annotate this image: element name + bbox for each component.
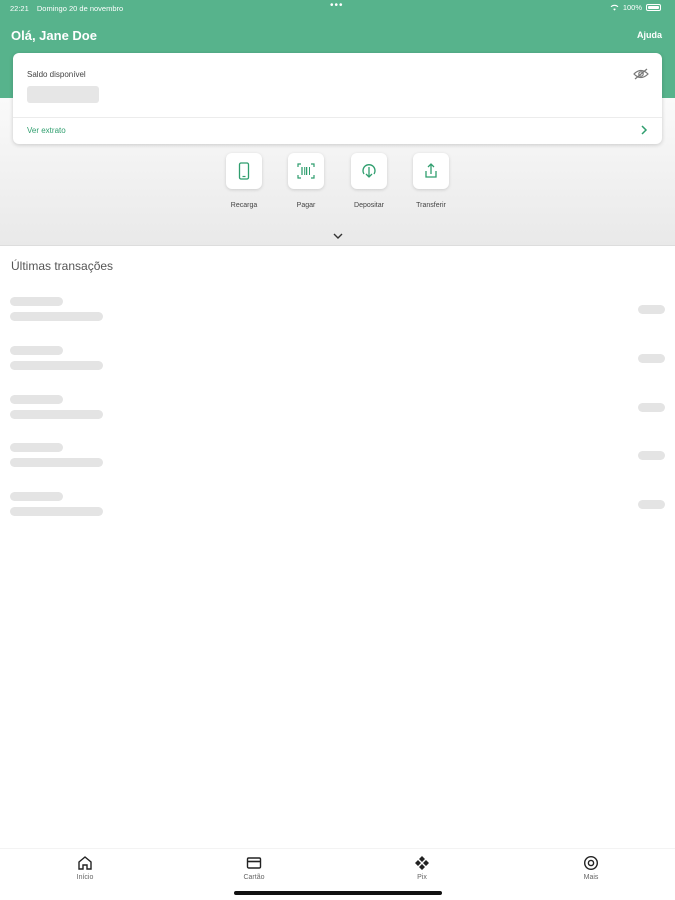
transfer-icon bbox=[425, 163, 437, 178]
tab-home[interactable]: Início bbox=[55, 855, 115, 881]
action-deposit[interactable]: Depositar bbox=[339, 153, 399, 209]
divider bbox=[13, 117, 662, 118]
battery-icon bbox=[646, 4, 661, 11]
action-transfer[interactable]: Transferir bbox=[401, 153, 461, 209]
multitasking-dots[interactable]: ••• bbox=[330, 0, 344, 11]
tab-more[interactable]: Mais bbox=[561, 855, 621, 881]
card-icon bbox=[246, 857, 262, 869]
wifi-icon bbox=[610, 4, 619, 11]
hide-balance-eye-icon[interactable] bbox=[633, 68, 649, 80]
phone-icon bbox=[238, 162, 250, 180]
action-pay[interactable]: Pagar bbox=[276, 153, 336, 209]
tab-home-label: Início bbox=[76, 874, 94, 881]
transfer-button[interactable] bbox=[413, 153, 449, 189]
deposit-label: Depositar bbox=[354, 202, 384, 209]
recharge-button[interactable] bbox=[226, 153, 262, 189]
help-link[interactable]: Ajuda bbox=[637, 30, 662, 40]
app-screen: 22:21 Domingo 20 de novembro ••• 100% Ol… bbox=[0, 0, 675, 900]
transaction-skeleton-row bbox=[0, 395, 675, 421]
transfer-label: Transferir bbox=[416, 202, 446, 209]
tab-more-label: Mais bbox=[583, 874, 599, 881]
status-time: 22:21 bbox=[10, 4, 29, 13]
tab-card-label: Cartão bbox=[243, 874, 265, 881]
pix-icon bbox=[415, 856, 429, 870]
transaction-skeleton-row bbox=[0, 443, 675, 469]
chevron-down-icon[interactable] bbox=[333, 233, 343, 240]
tab-pix-label: Pix bbox=[417, 874, 427, 881]
status-bar: 22:21 Domingo 20 de novembro ••• 100% bbox=[0, 0, 675, 16]
greeting: Olá, Jane Doe bbox=[11, 28, 97, 43]
deposit-button[interactable] bbox=[351, 153, 387, 189]
statement-link[interactable]: Ver extrato bbox=[27, 126, 66, 135]
chevron-right-icon[interactable] bbox=[640, 125, 648, 135]
deposit-icon bbox=[362, 164, 376, 178]
home-icon bbox=[78, 856, 92, 870]
home-indicator[interactable] bbox=[234, 891, 442, 895]
battery-percent: 100% bbox=[622, 3, 642, 12]
tab-card[interactable]: Cartão bbox=[224, 855, 284, 881]
pay-label: Pagar bbox=[296, 202, 316, 209]
balance-card: Saldo disponível Ver extrato bbox=[13, 53, 662, 144]
transactions-title: Últimas transações bbox=[11, 259, 114, 273]
more-icon bbox=[583, 855, 599, 871]
tab-pix[interactable]: Pix bbox=[392, 855, 452, 881]
recharge-label: Recarga bbox=[230, 202, 258, 209]
transaction-skeleton-row bbox=[0, 492, 675, 518]
transaction-skeleton-row bbox=[0, 346, 675, 372]
balance-label: Saldo disponível bbox=[27, 70, 86, 79]
barcode-scan-icon bbox=[297, 163, 315, 179]
action-recharge[interactable]: Recarga bbox=[214, 153, 274, 209]
pay-button[interactable] bbox=[288, 153, 324, 189]
transaction-skeleton-row bbox=[0, 297, 675, 323]
status-date: Domingo 20 de novembro bbox=[36, 4, 124, 13]
balance-hidden-value bbox=[27, 86, 99, 103]
